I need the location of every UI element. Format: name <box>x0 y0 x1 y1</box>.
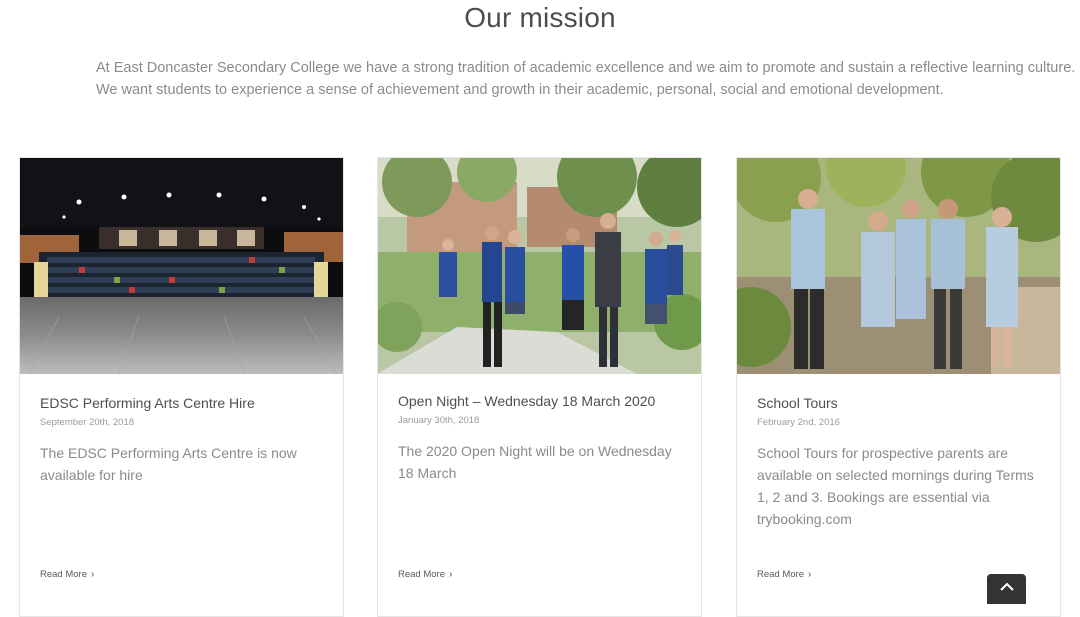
performing-arts-theatre-photo <box>20 158 343 374</box>
post-body: School Tours February 2nd, 2016 School T… <box>757 394 1040 530</box>
post-card-school-tours: School Tours February 2nd, 2016 School T… <box>736 157 1061 617</box>
post-title[interactable]: EDSC Performing Arts Centre Hire <box>40 394 323 412</box>
post-excerpt: School Tours for prospective parents are… <box>757 445 1034 527</box>
mission-line-1: At East Doncaster Secondary College we h… <box>96 60 1076 76</box>
post-title[interactable]: School Tours <box>757 394 1040 412</box>
students-walking-photo <box>737 158 1060 374</box>
post-body: EDSC Performing Arts Centre Hire Septemb… <box>40 394 323 486</box>
students-with-teacher-photo <box>378 158 701 374</box>
post-card-performing-arts: EDSC Performing Arts Centre Hire Septemb… <box>19 157 344 617</box>
read-more-link[interactable]: Read More › <box>40 569 94 580</box>
post-date: January 30th, 2018 <box>398 415 480 426</box>
post-date: February 2nd, 2016 <box>757 417 840 428</box>
post-image-performing-arts[interactable] <box>20 158 343 374</box>
chevron-right-icon: › <box>808 569 812 580</box>
chevron-right-icon: › <box>449 569 453 580</box>
post-excerpt: The EDSC Performing Arts Centre is now a… <box>40 445 297 483</box>
read-more-label: Read More <box>757 569 804 580</box>
post-body: Open Night – Wednesday 18 March 2020 Jan… <box>398 392 681 484</box>
mission-title: Our mission <box>464 2 616 33</box>
read-more-link[interactable]: Read More › <box>398 569 452 580</box>
post-date: September 20th, 2018 <box>40 417 135 428</box>
mission-line-2: We want students to experience a sense o… <box>96 82 944 98</box>
post-excerpt: The 2020 Open Night will be on Wednesday… <box>398 443 672 481</box>
read-more-label: Read More <box>398 569 445 580</box>
read-more-link[interactable]: Read More › <box>757 569 811 580</box>
read-more-label: Read More <box>40 569 87 580</box>
chevron-right-icon: › <box>91 569 95 580</box>
chevron-up-icon <box>999 582 1014 591</box>
post-image-open-night[interactable] <box>378 158 701 374</box>
post-image-school-tours[interactable] <box>737 158 1060 374</box>
mission-text: At East Doncaster Secondary College we h… <box>96 57 1076 101</box>
scroll-to-top-button[interactable] <box>987 574 1026 604</box>
post-title[interactable]: Open Night – Wednesday 18 March 2020 <box>398 392 681 410</box>
post-card-open-night: Open Night – Wednesday 18 March 2020 Jan… <box>377 157 702 617</box>
